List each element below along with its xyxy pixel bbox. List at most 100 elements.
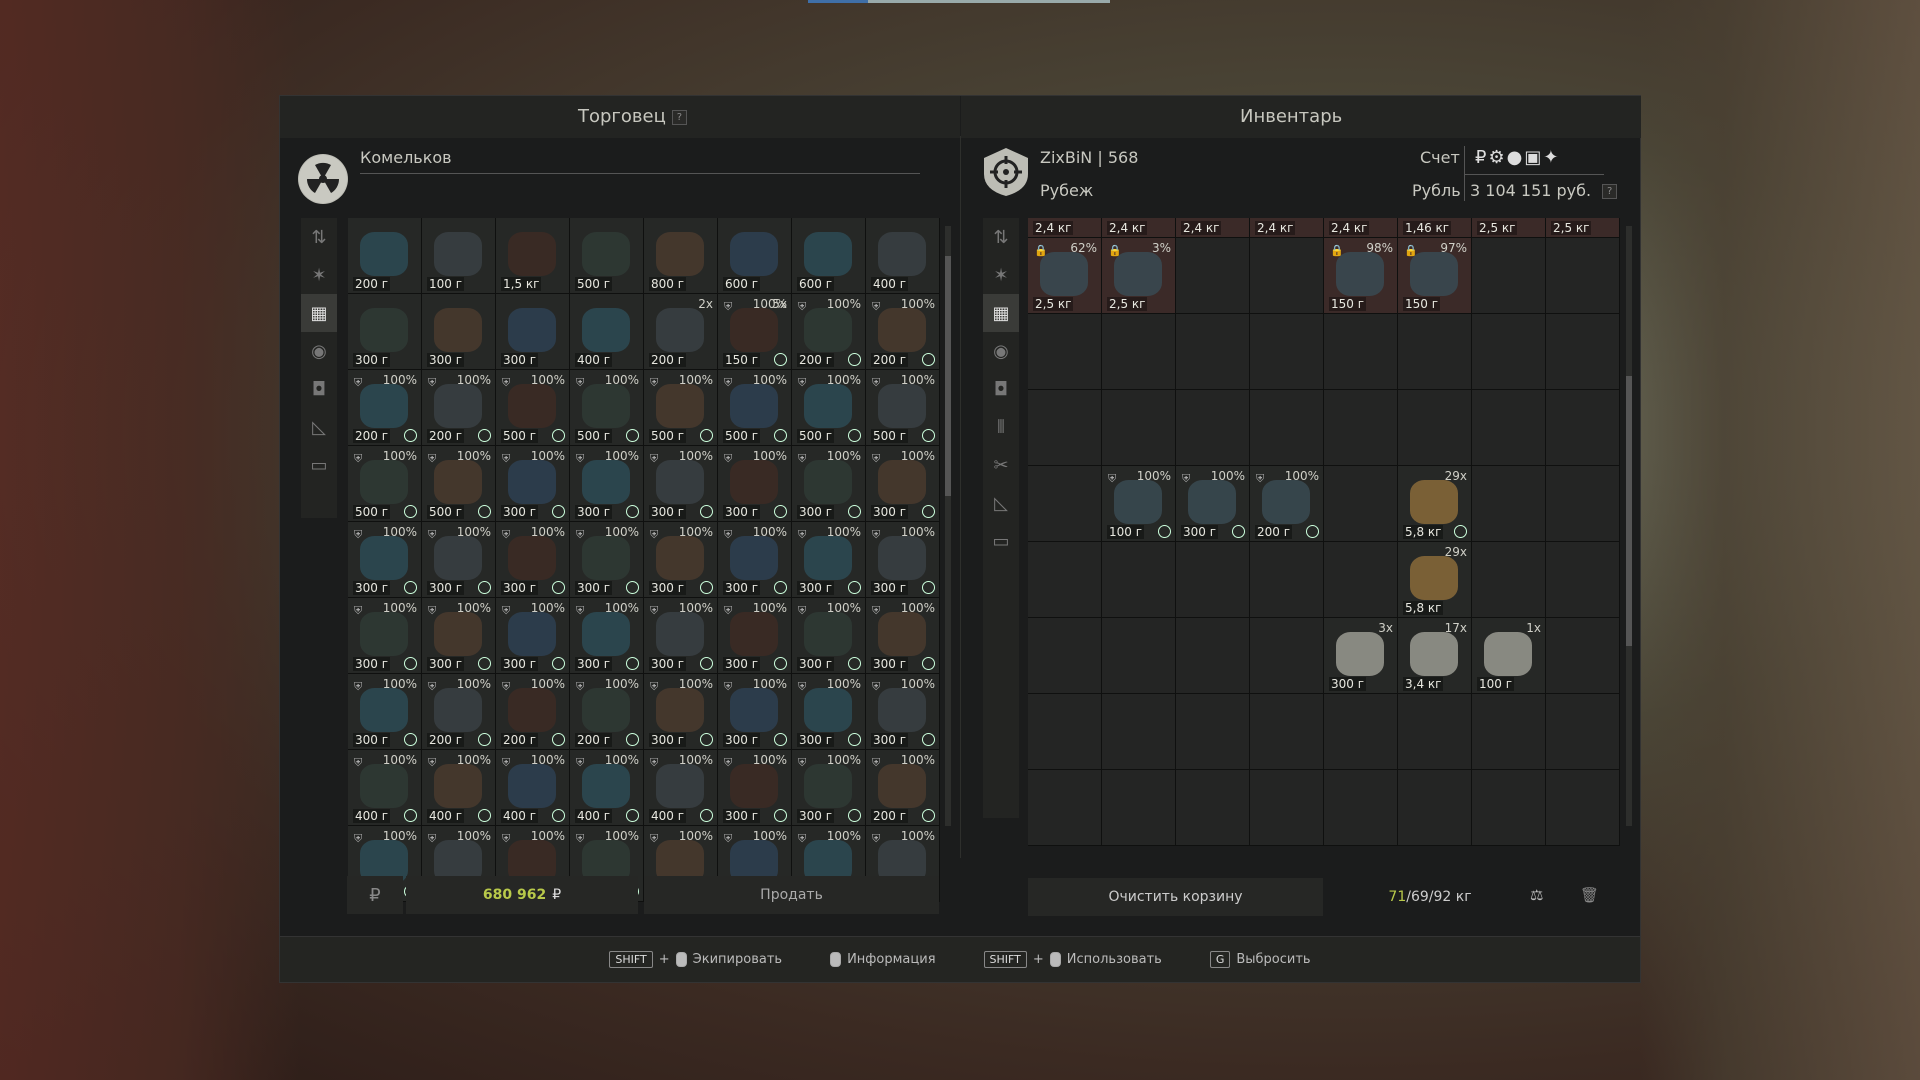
inventory-slot[interactable] [1472, 314, 1546, 390]
clear-cart-button[interactable]: Очистить корзину [1028, 878, 1323, 916]
trader-item-cell[interactable]: 400 г [570, 294, 644, 370]
trader-item-cell[interactable]: ⛨ 100% 300 г [348, 522, 422, 598]
inventory-slot[interactable] [1102, 770, 1176, 846]
inv-artifact-icon[interactable]: ◉ [983, 332, 1019, 370]
trader-item-cell[interactable]: ⛨ 100% 500 г [348, 446, 422, 522]
gear-currency-icon[interactable]: ⚙ [1488, 147, 1506, 168]
inventory-slot[interactable] [1250, 238, 1324, 314]
trader-scroll-thumb[interactable] [945, 256, 951, 496]
inventory-slot[interactable] [1398, 314, 1472, 390]
rouble-toggle-button[interactable]: ₽ [347, 876, 403, 914]
inventory-scrollbar[interactable] [1626, 226, 1632, 826]
trader-item-cell[interactable]: ⛨ 100% 500 г [718, 370, 792, 446]
inventory-slot[interactable] [1176, 770, 1250, 846]
inv-misc-icon[interactable]: ◺ [983, 484, 1019, 522]
trader-item-cell[interactable]: ⛨ 100% 300 г [718, 750, 792, 826]
inventory-slot[interactable] [1176, 542, 1250, 618]
trader-item-cell[interactable]: ⛨ 100% 300 г [718, 446, 792, 522]
inventory-item-cell[interactable]: ⛨ 100% 100 г [1102, 466, 1176, 542]
inventory-slot[interactable] [1472, 238, 1546, 314]
inventory-slot[interactable] [1472, 390, 1546, 466]
trader-item-cell[interactable]: ⛨ 100% 200 г [792, 294, 866, 370]
trader-item-cell[interactable]: ⛨ 100% 500 г [570, 370, 644, 446]
inventory-item-cell[interactable]: 2,5 кг [1472, 218, 1546, 238]
inv-favorites-icon[interactable]: ✶ [983, 256, 1019, 294]
trader-item-cell[interactable]: ⛨ 100% 300 г [570, 446, 644, 522]
trader-item-cell[interactable]: ⛨ 100% 300 г [644, 674, 718, 750]
inventory-slot[interactable] [1028, 770, 1102, 846]
trash-icon[interactable]: 🗑 [1580, 886, 1599, 904]
inventory-slot[interactable] [1250, 618, 1324, 694]
inventory-item-cell[interactable]: 29x 5,8 кг [1398, 466, 1472, 542]
inventory-item-cell[interactable]: 🔒 62% 2,5 кг [1028, 238, 1102, 314]
grid-view-icon[interactable]: ▦ [301, 294, 337, 332]
trader-item-cell[interactable]: ⛨ 100% 5x 150 г [718, 294, 792, 370]
inventory-slot[interactable] [1102, 314, 1176, 390]
inventory-item-cell[interactable]: 2,4 кг [1102, 218, 1176, 238]
inventory-slot[interactable] [1546, 314, 1620, 390]
trader-item-cell[interactable]: 200 г [348, 218, 422, 294]
inv-ammo-icon[interactable]: ⦀ [983, 408, 1019, 446]
trader-item-cell[interactable]: ⛨ 100% 300 г [718, 598, 792, 674]
trader-item-cell[interactable]: ⛨ 100% 500 г [644, 370, 718, 446]
trader-item-cell[interactable]: 800 г [644, 218, 718, 294]
inventory-slot[interactable] [1472, 694, 1546, 770]
trader-item-cell[interactable]: 300 г [422, 294, 496, 370]
trader-item-cell[interactable]: ⛨ 100% 300 г [496, 522, 570, 598]
inventory-item-cell[interactable]: 2,5 кг [1546, 218, 1620, 238]
favorites-icon[interactable]: ✶ [301, 256, 337, 294]
inventory-slot[interactable] [1250, 542, 1324, 618]
inventory-item-cell[interactable]: 1,46 кг [1398, 218, 1472, 238]
inv-container-icon[interactable]: ◘ [983, 370, 1019, 408]
inventory-scroll-thumb[interactable] [1626, 376, 1632, 646]
inventory-item-cell[interactable]: 2,4 кг [1250, 218, 1324, 238]
inventory-item-cell[interactable]: 3x 300 г [1324, 618, 1398, 694]
misc-category-icon[interactable]: ◺ [301, 408, 337, 446]
inventory-item-cell[interactable]: 🔒 3% 2,5 кг [1102, 238, 1176, 314]
balance-help-icon[interactable]: ? [1602, 184, 1618, 199]
inventory-slot[interactable] [1398, 770, 1472, 846]
trader-item-cell[interactable]: ⛨ 100% 300 г [866, 598, 940, 674]
inventory-slot[interactable] [1028, 694, 1102, 770]
container-category-icon[interactable]: ◘ [301, 370, 337, 408]
inventory-slot[interactable] [1176, 390, 1250, 466]
inventory-slot[interactable] [1028, 618, 1102, 694]
inv-archive-icon[interactable]: ▭ [983, 522, 1019, 560]
trader-scrollbar[interactable] [945, 226, 951, 826]
trader-item-cell[interactable]: ⛨ 100% 300 г [496, 446, 570, 522]
inventory-slot[interactable] [1250, 770, 1324, 846]
inv-sort-icon[interactable]: ⇅ [983, 218, 1019, 256]
inventory-slot[interactable] [1102, 694, 1176, 770]
inventory-slot[interactable] [1324, 314, 1398, 390]
artifact-category-icon[interactable]: ◉ [301, 332, 337, 370]
inventory-item-cell[interactable]: ⛨ 100% 200 г [1250, 466, 1324, 542]
trader-item-cell[interactable]: ⛨ 100% 300 г [496, 598, 570, 674]
trader-item-cell[interactable]: ⛨ 100% 400 г [422, 750, 496, 826]
trader-item-cell[interactable]: ⛨ 100% 400 г [496, 750, 570, 826]
inventory-slot[interactable] [1546, 466, 1620, 542]
inventory-item-cell[interactable]: ⛨ 100% 300 г [1176, 466, 1250, 542]
trader-item-cell[interactable]: ⛨ 100% 300 г [570, 598, 644, 674]
inventory-slot[interactable] [1176, 314, 1250, 390]
inventory-slot[interactable] [1546, 542, 1620, 618]
trader-item-cell[interactable]: ⛨ 100% 300 г [866, 522, 940, 598]
inventory-slot[interactable] [1028, 542, 1102, 618]
inventory-slot[interactable] [1324, 542, 1398, 618]
inventory-slot[interactable] [1102, 390, 1176, 466]
trader-item-cell[interactable]: ⛨ 100% 400 г [348, 750, 422, 826]
trader-item-cell[interactable]: ⛨ 100% 300 г [718, 674, 792, 750]
trader-item-cell[interactable]: ⛨ 100% 300 г [644, 522, 718, 598]
trader-item-cell[interactable]: 100 г [422, 218, 496, 294]
inventory-slot[interactable] [1028, 390, 1102, 466]
trader-item-cell[interactable]: ⛨ 100% 200 г [422, 370, 496, 446]
trader-item-cell[interactable]: 500 г [570, 218, 644, 294]
trader-item-cell[interactable]: ⛨ 100% 300 г [644, 598, 718, 674]
trader-item-cell[interactable]: ⛨ 100% 200 г [422, 674, 496, 750]
trader-item-cell[interactable]: 2x 200 г [644, 294, 718, 370]
trader-item-cell[interactable]: ⛨ 100% 300 г [792, 598, 866, 674]
inventory-slot[interactable] [1324, 694, 1398, 770]
inv-grid-view-icon[interactable]: ▦ [983, 294, 1019, 332]
currency-selector[interactable]: ₽⚙●▣✦ [1475, 147, 1560, 168]
inventory-item-cell[interactable]: 🔒 97% 150 г [1398, 238, 1472, 314]
trader-item-cell[interactable]: ⛨ 100% 300 г [570, 522, 644, 598]
